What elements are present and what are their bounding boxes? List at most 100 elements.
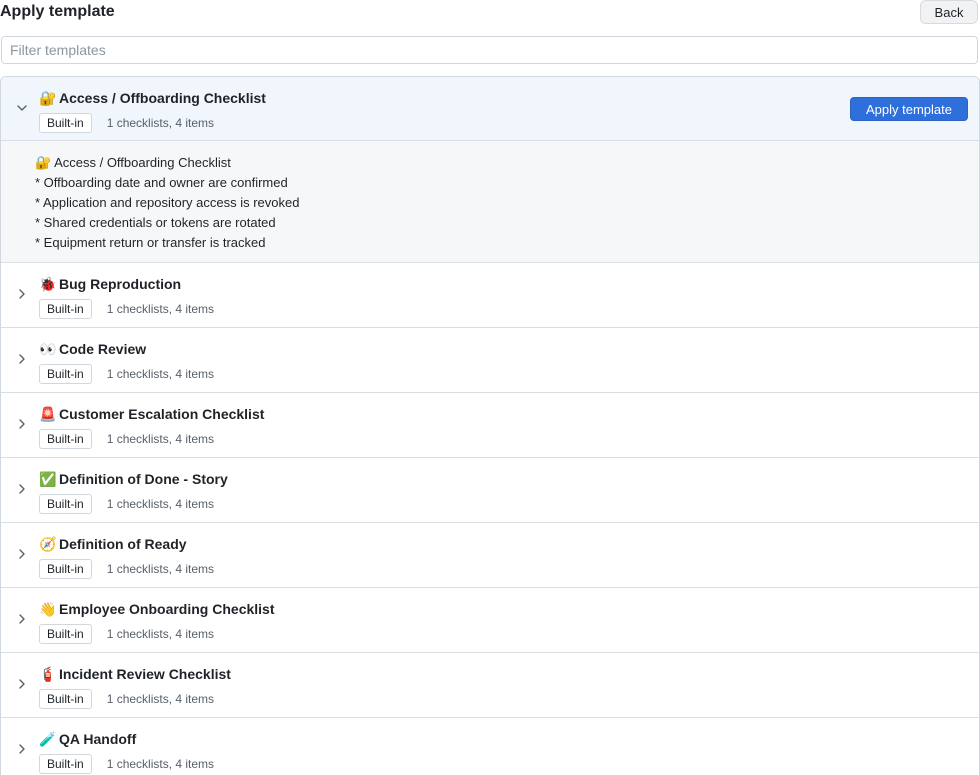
built-in-badge: Built-in [39, 113, 92, 133]
chevron-right-icon[interactable] [15, 612, 29, 626]
template-meta-line: Built-in 1 checklists, 4 items [39, 558, 214, 580]
template-item: 🧭 Definition of Ready Built-in 1 checklists… [1, 523, 979, 588]
template-meta-line: Built-in 1 checklists, 4 items [39, 623, 275, 645]
chevron-right-icon[interactable] [15, 742, 29, 756]
template-emoji-icon: 👀 [39, 341, 57, 357]
page-title: Apply template [0, 3, 115, 20]
template-emoji-icon: 🧯 [39, 666, 57, 682]
template-info: 🔐 Access / Offboarding Checklist Built-in 1… [39, 88, 266, 134]
template-meta: 1 checklists, 4 items [106, 757, 215, 771]
template-meta: 1 checklists, 4 items [106, 367, 215, 381]
template-meta: 1 checklists, 4 items [106, 432, 215, 446]
built-in-badge: Built-in [39, 754, 92, 774]
template-meta: 1 checklists, 4 items [106, 627, 215, 641]
template-meta-line: Built-in 1 checklists, 4 items [39, 298, 214, 320]
template-name-text: Code Review [59, 341, 147, 357]
template-info: 🧯 Incident Review Checklist Built-in 1 chec… [39, 664, 231, 710]
chevron-right-icon[interactable] [15, 417, 29, 431]
template-row[interactable]: 🐞 Bug Reproduction Built-in 1 checklists, 4… [1, 263, 979, 327]
template-emoji-icon: 🔐 [39, 90, 57, 106]
template-name-text: Employee Onboarding Checklist [59, 601, 275, 617]
chevron-right-icon[interactable] [15, 482, 29, 496]
template-info: 👀 Code Review Built-in 1 checklists, 4 item… [39, 339, 214, 385]
built-in-badge: Built-in [39, 559, 92, 579]
template-name: 👋 Employee Onboarding Checklist [39, 599, 275, 619]
template-name-text: QA Handoff [59, 731, 137, 747]
template-meta-line: Built-in 1 checklists, 4 items [39, 112, 266, 134]
template-item: 🧯 Incident Review Checklist Built-in 1 chec… [1, 653, 979, 718]
template-name: 🚨 Customer Escalation Checklist [39, 404, 264, 424]
template-meta-line: Built-in 1 checklists, 4 items [39, 493, 228, 515]
template-info: 🧭 Definition of Ready Built-in 1 checklists… [39, 534, 214, 580]
template-name: 🧯 Incident Review Checklist [39, 664, 231, 684]
template-info: ✅ Definition of Done - Story Built-in 1 che… [39, 469, 228, 515]
preview-line: * Shared credentials or tokens are rotat… [35, 215, 276, 230]
template-item: 👀 Code Review Built-in 1 checklists, 4 item… [1, 328, 979, 393]
template-emoji-icon: 🐞 [39, 276, 57, 292]
template-info: 🚨 Customer Escalation Checklist Built-in 1 … [39, 404, 264, 450]
template-name-text: Access / Offboarding Checklist [59, 90, 266, 106]
template-name: 🐞 Bug Reproduction [39, 274, 214, 294]
template-name-text: Customer Escalation Checklist [59, 406, 265, 422]
template-emoji-icon: ✅ [39, 471, 57, 487]
template-name-text: Definition of Done - Story [59, 471, 228, 487]
built-in-badge: Built-in [39, 494, 92, 514]
template-emoji-icon: 👋 [39, 601, 57, 617]
template-emoji-icon: 🚨 [39, 406, 57, 422]
built-in-badge: Built-in [39, 689, 92, 709]
template-name: 🧭 Definition of Ready [39, 534, 214, 554]
chevron-right-icon[interactable] [15, 287, 29, 301]
preview-line: * Equipment return or transfer is tracke… [35, 235, 266, 250]
template-meta: 1 checklists, 4 items [106, 497, 215, 511]
template-row[interactable]: 🔐 Access / Offboarding Checklist Built-in 1… [1, 77, 979, 141]
template-row[interactable]: ✅ Definition of Done - Story Built-in 1 che… [1, 458, 979, 522]
built-in-badge: Built-in [39, 364, 92, 384]
template-name-text: Bug Reproduction [59, 276, 182, 292]
chevron-down-icon[interactable] [15, 101, 29, 115]
template-meta-line: Built-in 1 checklists, 4 items [39, 363, 214, 385]
template-item: 🚨 Customer Escalation Checklist Built-in 1 … [1, 393, 979, 458]
template-row[interactable]: 🧪 QA Handoff Built-in 1 checklists, 4 items [1, 718, 979, 775]
back-button[interactable]: Back [920, 0, 978, 24]
template-meta-line: Built-in 1 checklists, 4 items [39, 688, 231, 710]
template-item: ✅ Definition of Done - Story Built-in 1 che… [1, 458, 979, 523]
template-item: 🧪 QA Handoff Built-in 1 checklists, 4 items [1, 718, 979, 775]
built-in-badge: Built-in [39, 624, 92, 644]
preview-line: 🔐 Access / Offboarding Checklist [35, 155, 231, 170]
template-list: 🔐 Access / Offboarding Checklist Built-in 1… [0, 76, 980, 776]
template-row[interactable]: 👀 Code Review Built-in 1 checklists, 4 item… [1, 328, 979, 392]
template-name-text: Definition of Ready [59, 536, 187, 552]
template-item: 🐞 Bug Reproduction Built-in 1 checklists, 4… [1, 263, 979, 328]
template-meta-line: Built-in 1 checklists, 4 items [39, 428, 264, 450]
template-row[interactable]: 🧯 Incident Review Checklist Built-in 1 chec… [1, 653, 979, 717]
template-info: 🐞 Bug Reproduction Built-in 1 checklists, 4… [39, 274, 214, 320]
template-meta: 1 checklists, 4 items [106, 116, 215, 130]
built-in-badge: Built-in [39, 429, 92, 449]
template-row[interactable]: 🚨 Customer Escalation Checklist Built-in 1 … [1, 393, 979, 457]
template-meta-line: Built-in 1 checklists, 4 items [39, 753, 214, 775]
template-emoji-icon: 🧭 [39, 536, 57, 552]
template-info: 👋 Employee Onboarding Checklist Built-in 1 … [39, 599, 275, 645]
template-item: 👋 Employee Onboarding Checklist Built-in 1 … [1, 588, 979, 653]
template-info: 🧪 QA Handoff Built-in 1 checklists, 4 items [39, 729, 214, 775]
template-meta: 1 checklists, 4 items [106, 302, 215, 316]
chevron-right-icon[interactable] [15, 352, 29, 366]
filter-templates-input[interactable] [1, 36, 978, 64]
template-meta: 1 checklists, 4 items [106, 562, 215, 576]
template-meta: 1 checklists, 4 items [106, 692, 215, 706]
template-name: 🔐 Access / Offboarding Checklist [39, 88, 266, 108]
chevron-right-icon[interactable] [15, 677, 29, 691]
template-name-text: Incident Review Checklist [59, 666, 231, 682]
chevron-right-icon[interactable] [15, 547, 29, 561]
template-row[interactable]: 👋 Employee Onboarding Checklist Built-in 1 … [1, 588, 979, 652]
template-item: 🔐 Access / Offboarding Checklist Built-in 1… [1, 77, 979, 263]
template-emoji-icon: 🧪 [39, 731, 57, 747]
template-name: 🧪 QA Handoff [39, 729, 214, 749]
header: Apply template Back [0, 0, 980, 26]
built-in-badge: Built-in [39, 299, 92, 319]
template-name: 👀 Code Review [39, 339, 214, 359]
template-row[interactable]: 🧭 Definition of Ready Built-in 1 checklists… [1, 523, 979, 587]
preview-line: * Application and repository access is r… [35, 195, 300, 210]
apply-template-button[interactable]: Apply template [850, 97, 968, 121]
template-preview: 🔐 Access / Offboarding Checklist * Offboa… [1, 141, 979, 262]
